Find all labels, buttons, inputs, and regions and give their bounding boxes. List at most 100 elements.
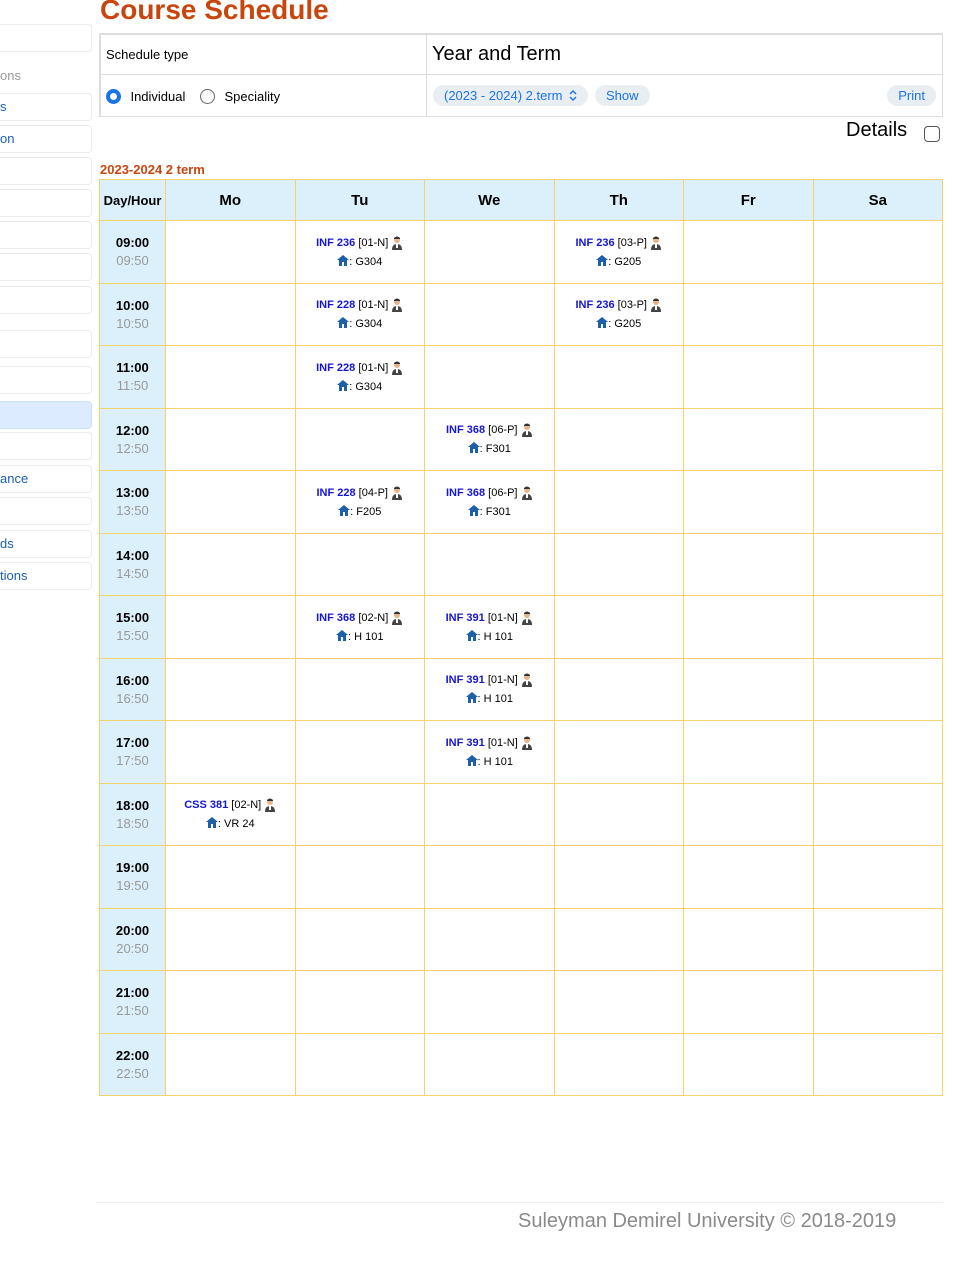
room-label: : G205 (608, 255, 642, 268)
schedule-cell (165, 907, 296, 971)
sidebar-item[interactable] (0, 497, 92, 525)
room-label: : G304 (349, 255, 383, 268)
time-cell: 22:00 22:50 (99, 1032, 166, 1096)
teacher-icon[interactable] (264, 798, 276, 813)
time-cell: 16:00 16:50 (99, 657, 166, 721)
show-button[interactable]: Show (595, 85, 650, 106)
course-entry: INF 391 [01-N] (426, 736, 553, 750)
course-code-link[interactable]: INF 368 (446, 424, 485, 436)
individual-radio[interactable]: Individual (106, 88, 185, 106)
home-icon (337, 254, 350, 266)
sidebar-item[interactable] (0, 189, 92, 217)
sidebar-item[interactable]: tions (0, 562, 92, 590)
teacher-icon[interactable] (391, 486, 403, 500)
term-controls: (2023 - 2024) 2.term Show Print (426, 74, 943, 117)
sidebar-item-label: s (0, 99, 7, 114)
teacher-icon[interactable] (391, 611, 403, 625)
schedule-type-cell: Schedule type (100, 34, 427, 75)
schedule-cell (424, 782, 555, 846)
course-code-link[interactable]: INF 228 (316, 487, 355, 499)
sidebar-item[interactable] (0, 253, 92, 281)
schedule-cell: INF 236 [01-N] : G304 (294, 220, 425, 284)
room-label: : H 101 (348, 630, 384, 643)
sidebar-item[interactable]: s (0, 93, 92, 121)
radio-selected-icon (106, 89, 121, 105)
home-icon (467, 504, 480, 516)
teacher-icon[interactable] (521, 673, 533, 688)
slot-end-time: 11:50 (116, 378, 149, 394)
schedule-row: 21:00 21:50 (99, 970, 943, 1034)
schedule-cell (683, 407, 814, 471)
schedule-cell: INF 228 [04-P] : F205 (294, 470, 425, 534)
time-cell: 15:00 15:50 (99, 595, 166, 659)
schedule-cell (424, 532, 555, 596)
teacher-icon[interactable] (391, 298, 403, 313)
sidebar-item[interactable] (0, 157, 92, 185)
schedule-cell (294, 782, 425, 846)
course-code-link[interactable]: INF 236 (316, 237, 355, 249)
teacher-icon[interactable] (391, 236, 403, 250)
page-title: Course Schedule (100, 0, 329, 25)
sidebar-item[interactable]: ance (0, 465, 92, 493)
course-code-link[interactable]: INF 368 (446, 487, 485, 499)
sidebar-item[interactable]: ons (0, 63, 92, 91)
slot-end-time: 09:50 (116, 253, 149, 269)
course-code-link[interactable]: INF 228 (316, 299, 355, 311)
course-group: [01-N] (487, 611, 518, 624)
slot-end-time: 13:50 (116, 503, 149, 519)
teacher-icon[interactable] (521, 486, 533, 500)
course-code-link[interactable]: INF 236 (575, 237, 614, 249)
course-code-link[interactable]: INF 391 (446, 612, 485, 624)
course-entry: INF 228 [01-N] (297, 361, 424, 375)
schedule-cell: INF 391 [01-N] : H 101 (424, 657, 555, 721)
course-entry: INF 368 [02-N] (297, 611, 424, 625)
teacher-icon[interactable] (521, 736, 533, 750)
teacher-icon[interactable] (650, 298, 662, 313)
sidebar-item[interactable]: ds (0, 530, 92, 558)
sidebar-item[interactable]: on (0, 125, 92, 153)
schedule-cell (165, 345, 296, 409)
details-checkbox[interactable] (924, 126, 940, 142)
schedule-cell (553, 532, 684, 596)
sidebar-item[interactable] (0, 221, 92, 249)
course-code-link[interactable]: INF 391 (446, 674, 485, 686)
schedule-cell (424, 907, 555, 971)
schedule-cell (812, 282, 943, 346)
teacher-icon[interactable] (650, 236, 662, 250)
course-entry: INF 368 [06-P] (426, 423, 553, 438)
teacher-icon[interactable] (521, 423, 533, 438)
course-code-link[interactable]: INF 368 (316, 612, 355, 624)
sidebar-item[interactable] (0, 286, 92, 314)
schedule-row: 13:00 13:50 INF 228 [04-P] : F205 INF 368 [… (99, 470, 943, 534)
home-icon (596, 317, 609, 329)
teacher-icon[interactable] (521, 611, 533, 625)
sidebar-item[interactable] (0, 432, 92, 460)
course-code-link[interactable]: INF 236 (575, 299, 614, 311)
sidebar-item[interactable] (0, 330, 92, 358)
speciality-radio[interactable]: Speciality (200, 88, 280, 106)
sidebar-item[interactable] (0, 24, 92, 52)
print-button[interactable]: Print (887, 85, 936, 106)
course-group: [03-P] (617, 299, 647, 312)
schedule-cell: INF 236 [03-P] : G205 (553, 220, 684, 284)
sidebar-item[interactable] (0, 401, 92, 429)
individual-label: Individual (130, 89, 186, 105)
course-code-link[interactable]: INF 391 (446, 737, 485, 749)
course-group: [01-N] (358, 236, 389, 249)
time-cell: 18:00 18:50 (99, 782, 166, 846)
term-select[interactable]: (2023 - 2024) 2.term (433, 85, 589, 106)
slot-start-time: 12:00 (115, 422, 150, 438)
schedule-cell (812, 970, 943, 1034)
term-select-value: (2023 - 2024) 2.term (444, 88, 563, 103)
schedule-cell (165, 970, 296, 1034)
course-code-link[interactable]: INF 228 (316, 362, 355, 374)
slot-start-time: 21:00 (115, 985, 150, 1001)
slot-start-time: 15:00 (115, 610, 150, 626)
room-info: : VR 24 (167, 817, 294, 830)
teacher-icon[interactable] (391, 361, 403, 375)
sidebar-item[interactable] (0, 366, 92, 394)
slot-end-time: 22:50 (116, 1065, 149, 1081)
course-code-link[interactable]: CSS 381 (184, 799, 228, 811)
room-label: : H 101 (477, 693, 513, 706)
footer-copyright: Suleyman Demirel University © 2018-2019 (518, 1210, 897, 1232)
